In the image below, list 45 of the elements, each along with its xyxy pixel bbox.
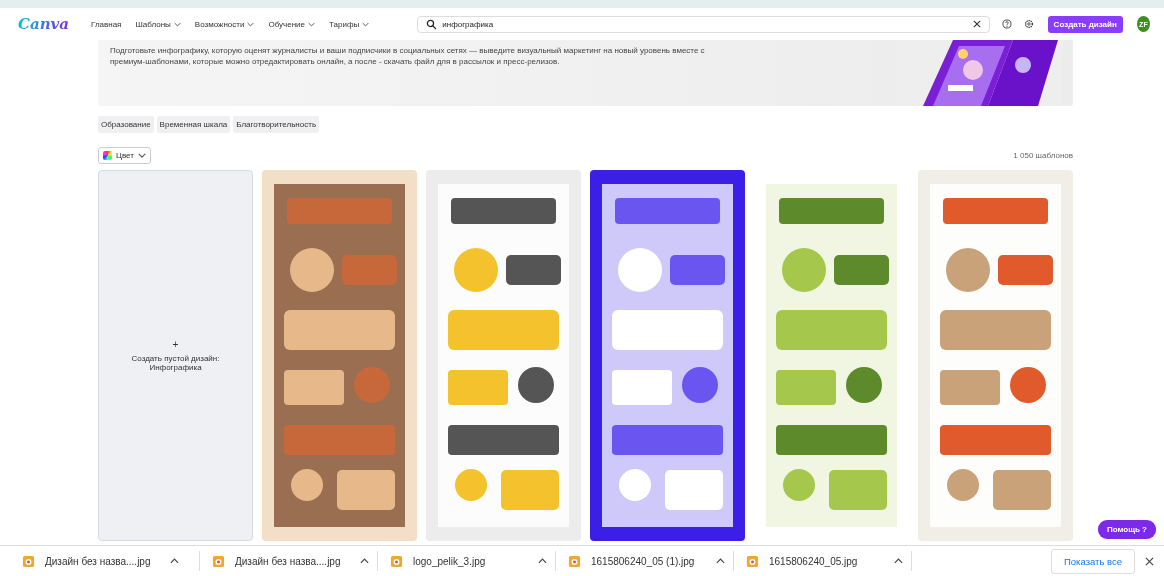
download-file-name[interactable]: Дизайн без назва....jpg [45, 555, 160, 567]
chevron-up-icon[interactable] [360, 558, 369, 564]
chevron-up-icon[interactable] [170, 558, 179, 564]
caret-icon [173, 21, 181, 27]
nav-menu-item[interactable]: Возможности [194, 19, 255, 29]
nav-menu-item[interactable]: Обучение [268, 19, 315, 29]
image-file-icon [212, 554, 225, 568]
download-file-name[interactable]: 1615806240_05.jpg [769, 555, 884, 567]
download-file-name[interactable]: Дизайн без назва....jpg [235, 555, 350, 567]
nav-menu-item[interactable]: Тарифы [329, 19, 370, 29]
category-tag[interactable]: Временная шкала [156, 116, 231, 133]
image-file-icon [390, 554, 403, 568]
banner-description: Подготовьте инфографику, которую оценят журналисты и ваши подписчики в социальных сетях — выведите визуальный маркетинг на новый уровень вместе с премиум-шаблонами, которые можно отредактировать онлайн, а после - скачать файл для в рассылок и пресс-релизов. [110, 45, 706, 68]
nav-menu-item[interactable]: Главная [91, 19, 122, 29]
image-file-icon [746, 554, 759, 568]
template-count: 1 050 шаблонов [1013, 151, 1073, 160]
clear-icon[interactable] [972, 20, 981, 28]
image-file-icon [568, 554, 581, 568]
search-icon [426, 18, 438, 30]
caret-icon [362, 21, 370, 27]
chevron-up-icon[interactable] [894, 558, 903, 564]
blank-design-label: Создать пустой дизайн: Инфографика [130, 354, 221, 372]
category-tag[interactable]: Благотворительность [233, 116, 320, 133]
download-file-name[interactable]: 1615806240_05 (1).jpg [591, 555, 706, 567]
create-design-button[interactable]: Создать дизайн [1047, 15, 1123, 33]
close-icon[interactable] [1145, 556, 1154, 566]
chevron-up-icon[interactable] [538, 558, 547, 564]
blank-design-card[interactable]: + Создать пустой дизайн: Инфографика [98, 170, 253, 541]
category-tag[interactable]: Образование [98, 116, 154, 133]
settings-icon[interactable] [1023, 18, 1034, 30]
color-wheel-icon [103, 151, 112, 160]
search-text[interactable]: инфографика [442, 19, 968, 29]
search-field[interactable]: инфографика [417, 15, 990, 33]
show-all-button[interactable]: Показать все [1051, 548, 1135, 574]
image-file-icon [22, 554, 35, 568]
caret-icon [137, 153, 146, 158]
plus-icon: + [172, 339, 179, 350]
caret-icon [308, 21, 315, 27]
chevron-up-icon[interactable] [716, 558, 725, 564]
help-button[interactable]: Помощь ? [1098, 520, 1156, 539]
nav-menu-item[interactable]: Шаблоны [135, 19, 181, 29]
caret-icon [247, 21, 255, 27]
color-filter-button[interactable]: Цвет [98, 147, 151, 164]
help-icon[interactable] [1001, 18, 1012, 30]
download-file-name[interactable]: logo_pelik_3.jpg [413, 555, 528, 567]
